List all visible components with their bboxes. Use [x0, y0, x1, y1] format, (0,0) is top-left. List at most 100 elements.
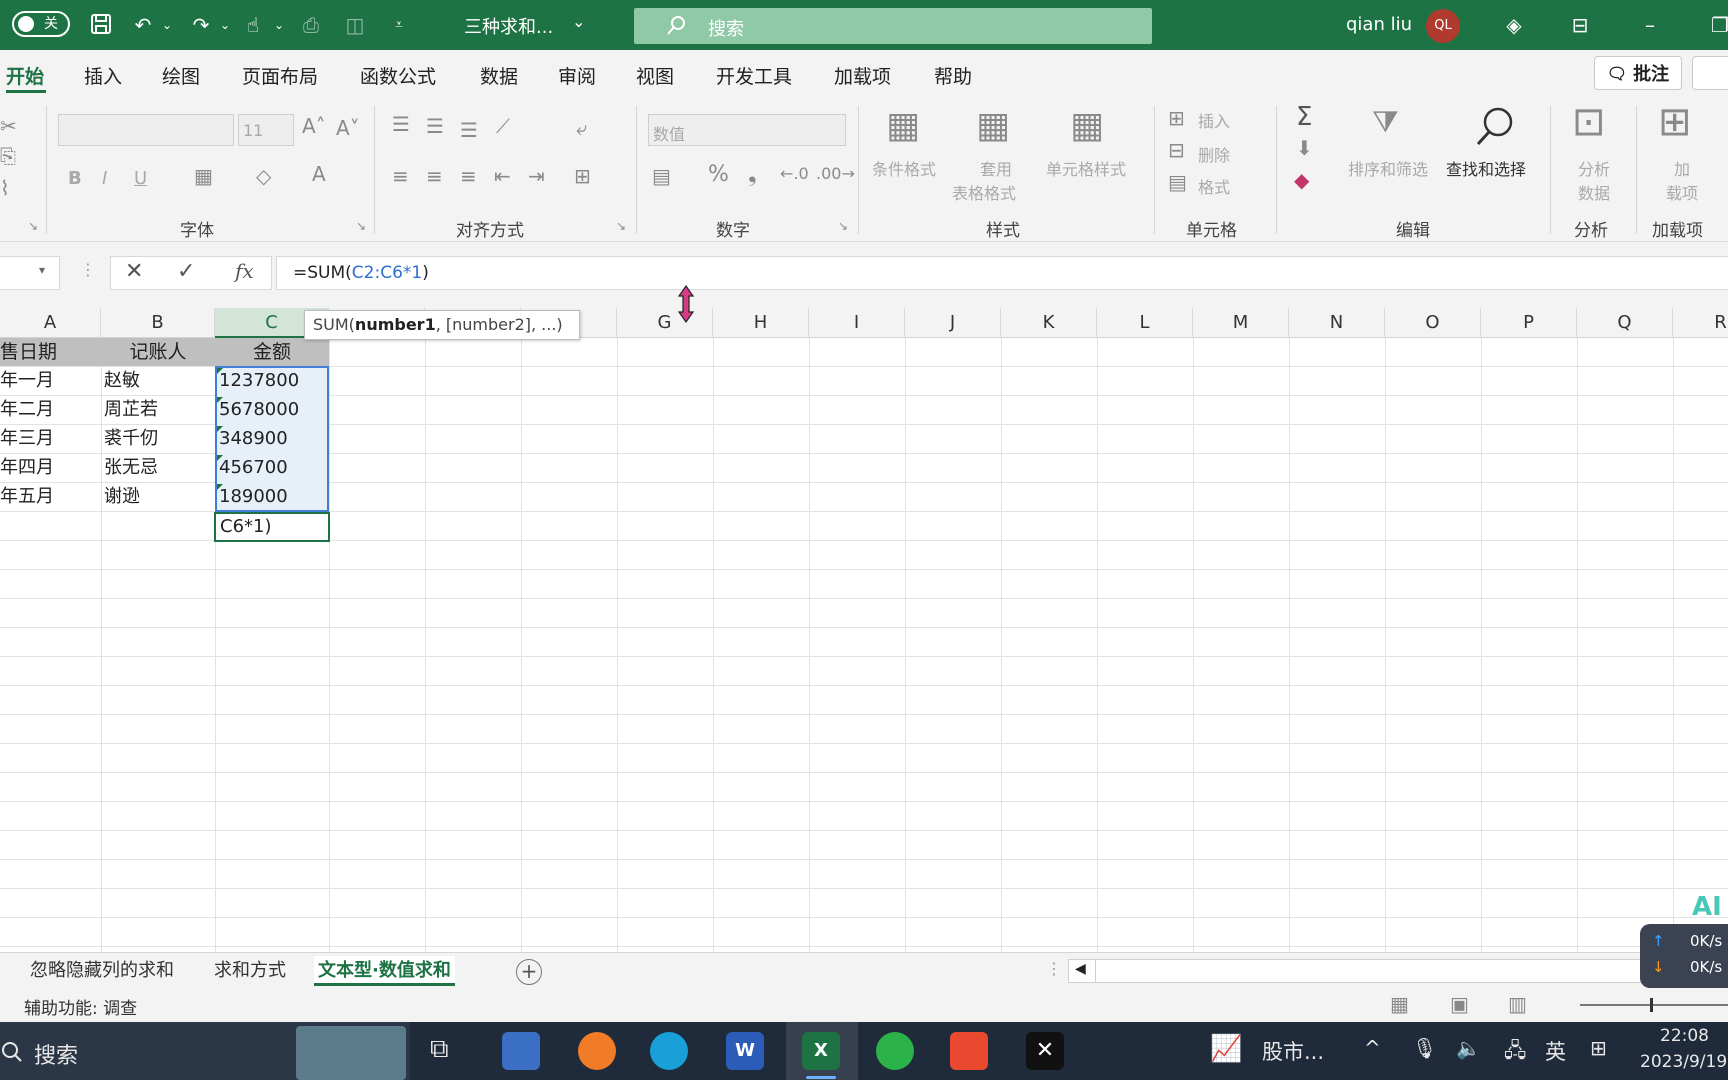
- ime-mode-icon[interactable]: ⊞: [1590, 1036, 1607, 1060]
- print-icon[interactable]: ⎙: [298, 12, 324, 38]
- tooltip-current-arg[interactable]: number1: [355, 315, 436, 334]
- search-box[interactable]: 搜索: [634, 8, 1152, 44]
- insert-function-icon[interactable]: fx: [235, 259, 254, 283]
- tab-developer[interactable]: 开发工具: [716, 62, 792, 89]
- microphone-icon[interactable]: 🎙: [1412, 1036, 1437, 1060]
- copy-icon[interactable]: ⎘: [0, 146, 16, 166]
- browser-app-icon[interactable]: [578, 1032, 616, 1070]
- tab-data[interactable]: 数据: [480, 62, 518, 89]
- volume-icon[interactable]: 🔈: [1456, 1036, 1481, 1060]
- font-launcher-icon[interactable]: ↘: [356, 220, 366, 232]
- delete-cells-button[interactable]: 删除: [1198, 142, 1230, 166]
- find-select-icon[interactable]: [1470, 104, 1518, 151]
- page-layout-view-icon[interactable]: ▣: [1450, 992, 1469, 1016]
- tab-draw[interactable]: 绘图: [162, 62, 200, 89]
- table-cell-amount[interactable]: 1237800: [219, 367, 299, 395]
- share-button[interactable]: [1692, 56, 1728, 90]
- table-header-person[interactable]: 记账人: [101, 338, 215, 366]
- avatar[interactable]: QL: [1426, 9, 1460, 43]
- align-top-icon[interactable]: ☰: [392, 114, 410, 134]
- name-box[interactable]: ▾: [0, 256, 60, 290]
- table-cell-date[interactable]: 年三月: [0, 425, 54, 453]
- borders-icon[interactable]: ▦: [194, 166, 213, 186]
- redo-icon[interactable]: ↷: [188, 12, 214, 38]
- customize-toolbar-icon[interactable]: ⩡: [386, 12, 412, 38]
- comments-button[interactable]: 🗨 批注: [1594, 56, 1682, 90]
- format-cells-button[interactable]: 格式: [1198, 174, 1230, 198]
- table-cell-person[interactable]: 裘千仞: [104, 425, 158, 453]
- input-language[interactable]: 英: [1545, 1036, 1566, 1066]
- page-break-view-icon[interactable]: ▥: [1508, 992, 1527, 1016]
- cell-styles-icon[interactable]: ▦: [1070, 108, 1104, 144]
- table-header-amount[interactable]: 金额: [215, 338, 329, 366]
- table-cell-amount[interactable]: 456700: [219, 454, 288, 482]
- merge-center-icon[interactable]: ⊞: [574, 166, 591, 186]
- table-header-date[interactable]: 售日期: [0, 338, 101, 366]
- sheet-tab-active[interactable]: 文本型·数值求和: [314, 956, 455, 986]
- restore-icon[interactable]: ❐: [1706, 12, 1728, 38]
- table-cell-date[interactable]: 年二月: [0, 396, 54, 424]
- font-name-dropdown[interactable]: [58, 114, 234, 146]
- font-size-dropdown[interactable]: 11: [238, 114, 294, 146]
- column-header-p[interactable]: P: [1481, 308, 1577, 338]
- network-speed-widget[interactable]: ↑ 0K/s ↓ 0K/s: [1640, 924, 1728, 988]
- clear-icon[interactable]: ◆: [1294, 170, 1309, 190]
- insert-cells-button[interactable]: 插入: [1198, 108, 1230, 132]
- word-icon[interactable]: W: [726, 1032, 764, 1070]
- edge-icon[interactable]: [650, 1032, 688, 1070]
- save-icon[interactable]: [88, 12, 114, 38]
- column-header-b[interactable]: B: [101, 308, 215, 338]
- orientation-icon[interactable]: ⟋: [496, 116, 510, 136]
- underline-button[interactable]: U: [134, 168, 147, 189]
- scroll-left-icon[interactable]: ◀: [1075, 961, 1086, 977]
- decrease-font-icon[interactable]: A˅: [336, 118, 360, 138]
- user-name[interactable]: qian liu: [1346, 14, 1412, 35]
- table-cell-person[interactable]: 周芷若: [104, 396, 158, 424]
- number-as-text-indicator[interactable]: [217, 455, 223, 461]
- column-header-g[interactable]: G: [617, 308, 713, 338]
- worksheet-grid[interactable]: A B C D E F G H I J K L M N O P Q R: [0, 308, 1728, 952]
- undo-dropdown-icon[interactable]: ⌄: [154, 12, 180, 38]
- tab-review[interactable]: 审阅: [558, 62, 596, 89]
- table-cell-amount[interactable]: 189000: [219, 483, 288, 511]
- number-as-text-indicator[interactable]: [217, 397, 223, 403]
- tab-addins[interactable]: 加载项: [834, 62, 891, 89]
- comma-style-icon[interactable]: ❟: [748, 164, 757, 186]
- format-as-table-line1[interactable]: 套用: [980, 156, 1012, 180]
- taskbar-search[interactable]: 搜索: [0, 1022, 410, 1080]
- document-name-chevron-icon[interactable]: ⌄: [572, 12, 585, 31]
- conditional-format-button[interactable]: 条件格式: [872, 156, 936, 180]
- horizontal-scrollbar[interactable]: ◀: [1068, 959, 1728, 983]
- document-name[interactable]: 三种求和...: [464, 13, 553, 39]
- wechat-icon[interactable]: [876, 1032, 914, 1070]
- formula-bar-grip-icon[interactable]: ⋮: [80, 260, 96, 279]
- analyze-data-line1[interactable]: 分析: [1578, 156, 1610, 180]
- increase-indent-icon[interactable]: ⇥: [528, 166, 545, 186]
- increase-font-icon[interactable]: A˄: [302, 116, 326, 136]
- ai-badge[interactable]: AI: [1692, 892, 1722, 922]
- tab-formulas[interactable]: 函数公式: [360, 62, 436, 89]
- conditional-format-icon[interactable]: ▦: [886, 108, 920, 144]
- autosave-toggle[interactable]: 关: [0, 11, 72, 37]
- find-select-button[interactable]: 查找和选择: [1446, 156, 1526, 180]
- column-header-o[interactable]: O: [1385, 308, 1481, 338]
- format-cells-icon[interactable]: ▤: [1168, 172, 1187, 192]
- table-cell-date[interactable]: 年五月: [0, 483, 54, 511]
- tray-overflow-icon[interactable]: ^: [1364, 1036, 1381, 1060]
- autosum-icon[interactable]: Σ: [1296, 104, 1312, 130]
- tab-help[interactable]: 帮助: [934, 62, 972, 89]
- camera-icon[interactable]: ◫: [342, 12, 368, 38]
- align-bottom-icon[interactable]: ☰: [460, 120, 478, 140]
- decrease-decimal-icon[interactable]: .00→: [816, 166, 855, 182]
- tab-home[interactable]: 开始: [6, 62, 44, 89]
- italic-button[interactable]: I: [102, 168, 107, 189]
- table-cell-date[interactable]: 年四月: [0, 454, 54, 482]
- analyze-data-line2[interactable]: 数据: [1578, 180, 1610, 204]
- clock-time[interactable]: 22:08: [1660, 1026, 1709, 1046]
- add-sheet-icon[interactable]: +: [516, 959, 542, 985]
- excel-icon[interactable]: X: [802, 1032, 840, 1070]
- wrap-text-icon[interactable]: ⤶: [576, 118, 587, 138]
- cell-styles-button[interactable]: 单元格样式: [1046, 156, 1126, 180]
- font-color-icon[interactable]: A: [312, 164, 326, 184]
- analyze-data-icon[interactable]: ⊡: [1572, 102, 1606, 142]
